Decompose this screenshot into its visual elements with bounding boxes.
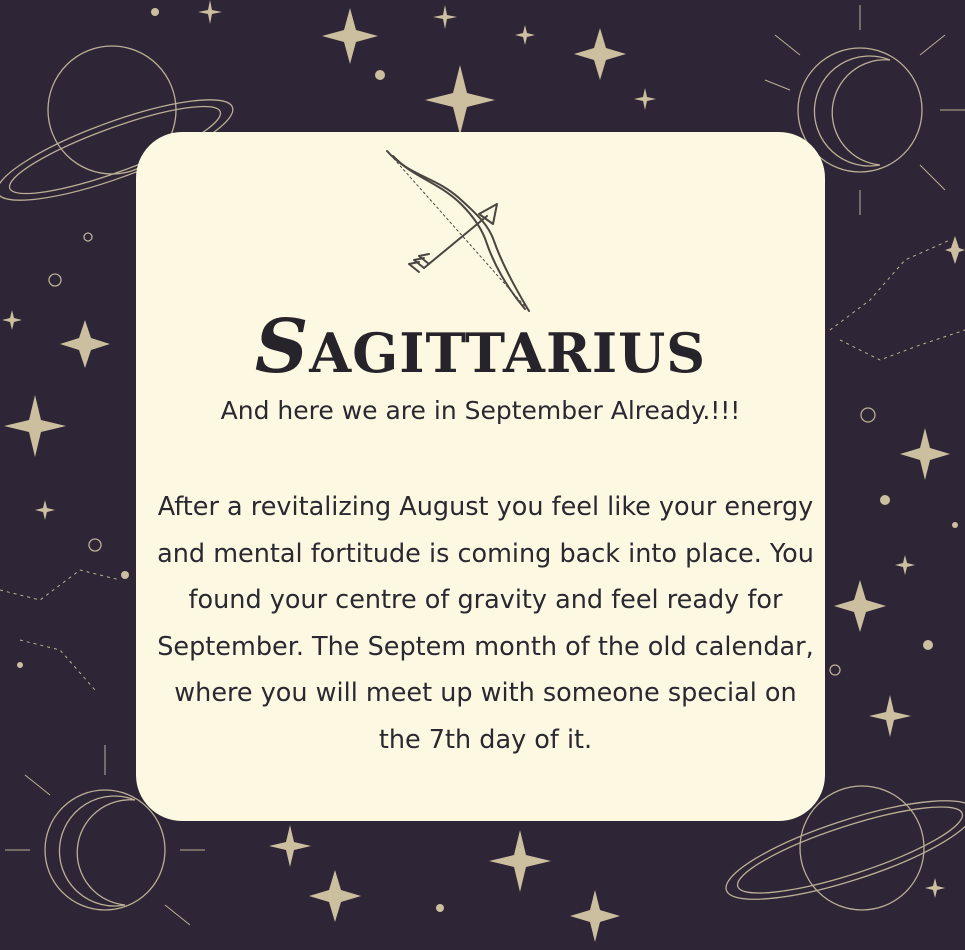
- bow-and-arrow-icon: [386, 150, 530, 312]
- page-title: SAGITTARIUS: [136, 304, 825, 390]
- title-rest: AGITTARIUS: [309, 321, 707, 385]
- horoscope-card: SAGITTARIUS And here we are in September…: [136, 132, 825, 821]
- title-initial: S: [254, 304, 310, 390]
- horoscope-body: After a revitalizing August you feel lik…: [157, 492, 814, 755]
- subtitle: And here we are in September Already.!!!: [220, 396, 741, 425]
